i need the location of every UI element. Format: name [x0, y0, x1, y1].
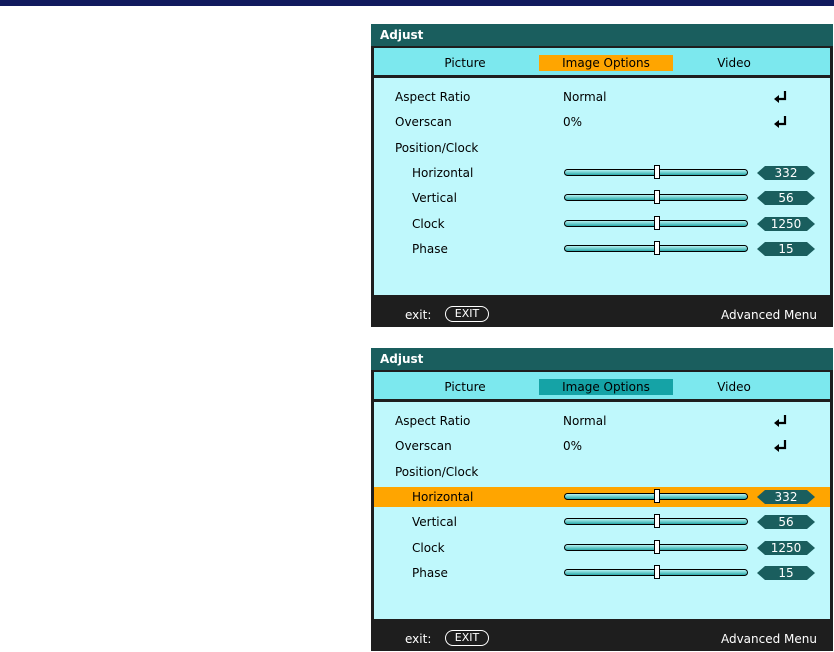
overscan-label: Overscan [395, 115, 452, 129]
aspect-ratio-label: Aspect Ratio [395, 414, 471, 428]
adjust-menu-1: Adjust Picture Image Options Video Aspec… [371, 24, 833, 327]
phase-value-badge: 15 [757, 242, 815, 256]
exit-label: exit: [405, 308, 432, 322]
menu-panel: Aspect Ratio Normal Overscan 0% Position… [374, 402, 830, 619]
enter-return-icon[interactable] [773, 439, 789, 453]
row-horizontal[interactable]: Horizontal 332 [374, 487, 830, 507]
tab-image-options[interactable]: Image Options [539, 55, 673, 71]
vertical-label: Vertical [412, 191, 457, 205]
clock-label: Clock [412, 217, 445, 231]
position-clock-label: Position/Clock [395, 465, 479, 479]
enter-return-icon[interactable] [773, 115, 789, 129]
row-vertical[interactable]: Vertical 56 [374, 188, 830, 208]
horizontal-value-badge: 332 [757, 166, 815, 180]
clock-slider-thumb[interactable] [654, 216, 660, 230]
menu-title: Adjust [371, 348, 833, 370]
aspect-ratio-label: Aspect Ratio [395, 90, 471, 104]
horizontal-slider-thumb[interactable] [654, 489, 660, 503]
vertical-slider-thumb[interactable] [654, 514, 660, 528]
vertical-value: 56 [778, 515, 794, 529]
row-phase[interactable]: Phase 15 [374, 239, 830, 259]
vertical-slider-thumb[interactable] [654, 190, 660, 204]
horizontal-value: 332 [774, 166, 798, 180]
overscan-label: Overscan [395, 439, 452, 453]
advanced-menu-label: Advanced Menu [720, 632, 817, 646]
phase-label: Phase [412, 566, 448, 580]
page-top-bar [0, 0, 834, 6]
exit-label: exit: [405, 632, 432, 646]
tab-video[interactable]: Video [709, 55, 759, 71]
row-horizontal[interactable]: Horizontal 332 [374, 163, 830, 183]
vertical-label: Vertical [412, 515, 457, 529]
clock-value: 1250 [770, 217, 802, 231]
row-position-clock: Position/Clock [374, 462, 830, 482]
clock-value-badge: 1250 [757, 217, 815, 231]
exit-button[interactable]: EXIT [445, 630, 489, 646]
row-overscan[interactable]: Overscan 0% [374, 112, 830, 132]
clock-value-badge: 1250 [757, 541, 815, 555]
tab-image-options[interactable]: Image Options [539, 379, 673, 395]
horizontal-slider-thumb[interactable] [654, 165, 660, 179]
tab-picture[interactable]: Picture [440, 379, 490, 395]
tab-video[interactable]: Video [709, 379, 759, 395]
horizontal-value: 332 [774, 490, 798, 504]
phase-slider-thumb[interactable] [654, 565, 660, 579]
exit-button[interactable]: EXIT [445, 306, 489, 322]
row-phase[interactable]: Phase 15 [374, 563, 830, 583]
phase-value-badge: 15 [757, 566, 815, 580]
aspect-ratio-value: Normal [563, 414, 607, 428]
clock-label: Clock [412, 541, 445, 555]
clock-slider-thumb[interactable] [654, 540, 660, 554]
overscan-value: 0% [563, 439, 583, 453]
row-vertical[interactable]: Vertical 56 [374, 512, 830, 532]
horizontal-value-badge: 332 [757, 490, 815, 504]
menu-panel: Aspect Ratio Normal Overscan 0% Position… [374, 78, 830, 295]
phase-label: Phase [412, 242, 448, 256]
row-overscan[interactable]: Overscan 0% [374, 436, 830, 456]
menu-tabs: Picture Image Options Video [374, 372, 830, 399]
vertical-value-badge: 56 [757, 515, 815, 529]
clock-value: 1250 [770, 541, 802, 555]
tab-picture[interactable]: Picture [440, 55, 490, 71]
aspect-ratio-value: Normal [563, 90, 607, 104]
row-aspect-ratio[interactable]: Aspect Ratio Normal [374, 87, 830, 107]
advanced-menu-label: Advanced Menu [720, 308, 817, 322]
phase-value: 15 [778, 242, 794, 256]
enter-return-icon[interactable] [773, 90, 789, 104]
row-aspect-ratio[interactable]: Aspect Ratio Normal [374, 411, 830, 431]
row-clock[interactable]: Clock 1250 [374, 214, 830, 234]
vertical-value: 56 [778, 191, 794, 205]
horizontal-label: Horizontal [412, 490, 474, 504]
enter-return-icon[interactable] [773, 414, 789, 428]
adjust-menu-2: Adjust Picture Image Options Video Aspec… [371, 348, 833, 651]
menu-tabs: Picture Image Options Video [374, 48, 830, 75]
phase-slider-thumb[interactable] [654, 241, 660, 255]
row-clock[interactable]: Clock 1250 [374, 538, 830, 558]
menu-footer: exit: EXIT Advanced Menu [371, 627, 833, 651]
menu-footer: exit: EXIT Advanced Menu [371, 303, 833, 327]
row-position-clock: Position/Clock [374, 138, 830, 158]
overscan-value: 0% [563, 115, 583, 129]
menu-title: Adjust [371, 24, 833, 46]
vertical-value-badge: 56 [757, 191, 815, 205]
phase-value: 15 [778, 566, 794, 580]
position-clock-label: Position/Clock [395, 141, 479, 155]
horizontal-label: Horizontal [412, 166, 474, 180]
